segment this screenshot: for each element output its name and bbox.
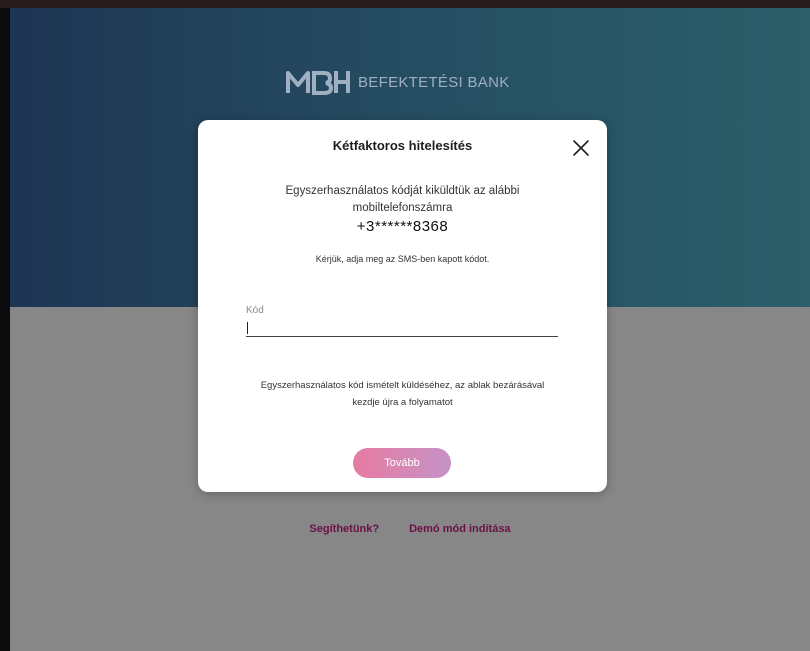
close-icon bbox=[573, 140, 589, 156]
sms-sent-message: Egyszerhasználatos kódját kiküldtük az a… bbox=[285, 185, 520, 214]
two-factor-dialog: Kétfaktoros hitelesítés Egyszerhasználat… bbox=[198, 120, 607, 492]
demo-mode-link[interactable]: Demó mód indítása bbox=[409, 523, 510, 535]
help-link[interactable]: Segíthetünk? bbox=[309, 523, 379, 535]
code-field-label: Kód bbox=[246, 305, 264, 316]
close-button[interactable] bbox=[570, 137, 592, 159]
mbh-logo-icon bbox=[286, 69, 350, 95]
footer-links: Segíthetünk? Demó mód indítása bbox=[10, 523, 810, 535]
brand-logo: BEFEKTETÉSI BANK bbox=[286, 64, 526, 100]
next-button[interactable]: Tovább bbox=[353, 448, 451, 478]
window-left-edge bbox=[0, 8, 10, 651]
login-page: BEFEKTETÉSI BANK Segíthetünk? Demó mód i… bbox=[10, 8, 810, 651]
code-hint: Kérjük, adja meg az SMS-ben kapott kódot… bbox=[315, 254, 490, 264]
brand-name: BEFEKTETÉSI BANK bbox=[358, 73, 510, 91]
masked-phone-number: +3******8368 bbox=[356, 218, 449, 235]
dialog-title: Kétfaktoros hitelesítés bbox=[332, 138, 473, 153]
code-input[interactable] bbox=[246, 320, 558, 337]
resend-note: Egyszerhasználatos kód ismételt küldéséh… bbox=[260, 380, 545, 408]
window-top-bar bbox=[0, 0, 810, 8]
text-cursor bbox=[247, 322, 248, 334]
